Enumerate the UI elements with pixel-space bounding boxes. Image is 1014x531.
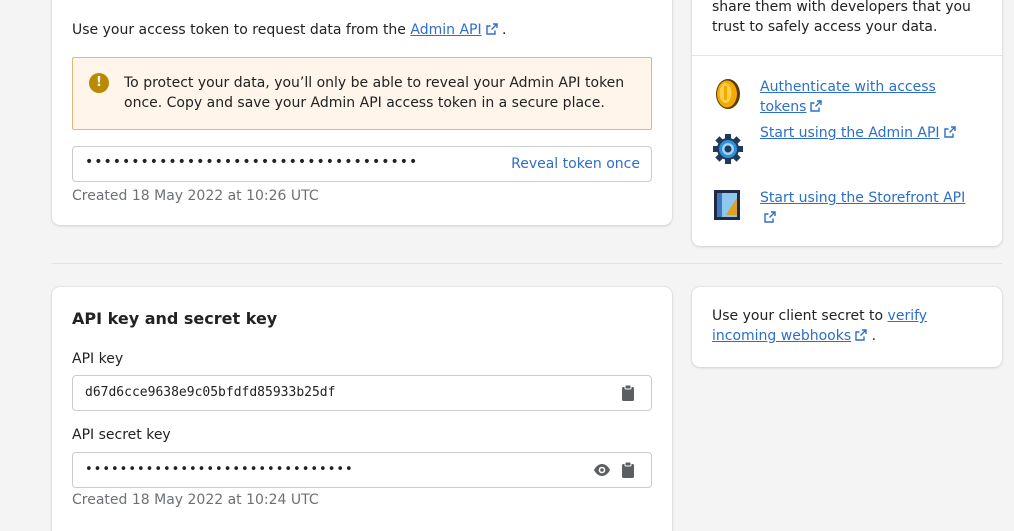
client-secret-intro: Use your client secret to — [712, 308, 888, 324]
storefront-link-label[interactable]: Start using the Storefront API — [760, 190, 965, 206]
api-secret-field[interactable]: ••••••••••••••••••••••••••••••• — [72, 452, 652, 488]
admin-api-resource-link[interactable]: Start using the Admin API — [760, 123, 980, 143]
warning-text: To protect your data, you’ll only be abl… — [124, 75, 625, 111]
client-secret-end: . — [871, 328, 877, 344]
authenticate-link-label[interactable]: Authenticate with access tokens — [760, 79, 936, 115]
resources-intro: share them with developers that you trus… — [712, 0, 971, 35]
reveal-token-button[interactable]: Reveal token once — [511, 154, 640, 174]
warning-banner: ! To protect your data, you’ll only be a… — [72, 57, 652, 130]
client-secret-card: Use your client secret to verify incomin… — [692, 287, 1002, 367]
api-keys-created: Created 18 May 2022 at 10:24 UTC — [72, 492, 319, 508]
coin-icon — [716, 79, 740, 109]
admin-api-resource-label[interactable]: Start using the Admin API — [760, 125, 940, 141]
access-token-intro: Use your access token to request data fr… — [72, 20, 652, 40]
clipboard-icon[interactable] — [619, 461, 637, 479]
external-link-icon — [485, 23, 498, 35]
external-link-icon — [943, 126, 956, 138]
access-token-masked: •••••••••••••••••••••••••••••••••••• — [85, 154, 419, 170]
api-key-label: API key — [72, 351, 124, 367]
access-token-field[interactable]: •••••••••••••••••••••••••••••••••••• Rev… — [72, 146, 652, 182]
external-link-icon — [764, 211, 776, 223]
api-secret-masked: ••••••••••••••••••••••••••••••• — [85, 462, 354, 477]
external-link-icon — [855, 329, 867, 341]
intro-end: . — [502, 22, 507, 38]
warning-icon: ! — [89, 73, 109, 93]
divider — [692, 55, 1002, 56]
admin-api-link[interactable]: Admin API — [410, 22, 481, 38]
clipboard-icon[interactable] — [619, 384, 637, 402]
intro-text: Use your access token to request data fr… — [72, 22, 411, 38]
storefront-link[interactable]: Start using the Storefront API — [760, 188, 980, 228]
storefront-icon — [714, 190, 740, 220]
access-token-created: Created 18 May 2022 at 10:26 UTC — [72, 188, 319, 204]
client-secret-text: Use your client secret to verify incomin… — [712, 306, 982, 346]
gear-icon — [713, 134, 743, 164]
api-keys-card: API key and secret key API key d67d6cce9… — [52, 287, 672, 531]
api-secret-label: API secret key — [72, 427, 171, 443]
api-key-value: d67d6cce9638e9c05bfdfd85933b25df — [85, 385, 336, 400]
authenticate-link[interactable]: Authenticate with access tokens — [760, 77, 980, 117]
access-token-card: Use your access token to request data fr… — [52, 0, 672, 225]
api-keys-title: API key and secret key — [72, 309, 278, 328]
section-divider — [52, 263, 1002, 264]
api-key-field[interactable]: d67d6cce9638e9c05bfdfd85933b25df — [72, 375, 652, 411]
eye-icon[interactable] — [593, 461, 611, 479]
resources-card: share them with developers that you trus… — [692, 0, 1002, 246]
external-link-icon — [810, 100, 823, 112]
